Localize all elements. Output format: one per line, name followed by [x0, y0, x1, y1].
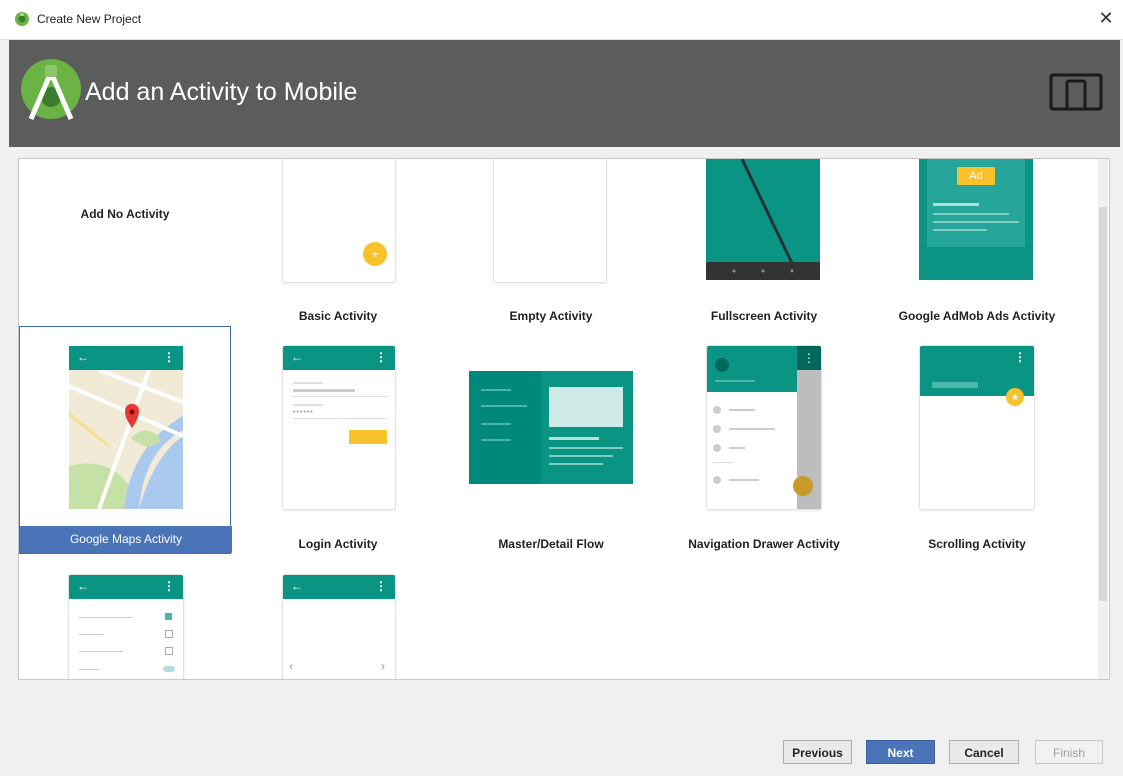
basic-activity-thumbnail: + — [282, 159, 396, 283]
tile-settings-activity[interactable]: ← ⋮ — [19, 555, 231, 679]
tile-label: Empty Activity — [509, 309, 593, 323]
page-title: Add an Activity to Mobile — [85, 78, 358, 106]
window-titlebar: Create New Project ✕ — [0, 0, 1123, 40]
back-arrow-icon: ← — [77, 350, 89, 364]
overflow-menu-icon: ⋮ — [163, 579, 175, 593]
next-button[interactable]: Next — [866, 740, 935, 764]
app-bar: ← ⋮ — [69, 346, 183, 370]
back-arrow-icon: ← — [291, 579, 303, 593]
tile-label: Scrolling Activity — [928, 537, 1026, 551]
scrolling-activity-thumbnail: ⋮ ★ — [919, 345, 1035, 510]
tile-label: Google AdMob Ads Activity — [898, 309, 1056, 323]
back-arrow-icon: ← — [291, 350, 303, 364]
fullscreen-activity-thumbnail — [706, 159, 820, 280]
tile-label: Add No Activity — [80, 207, 170, 221]
finish-button[interactable]: Finish — [1035, 740, 1103, 764]
tile-label: Basic Activity — [298, 309, 378, 323]
tile-login-activity[interactable]: ← ⋮ •••••• Login Activity — [232, 326, 444, 552]
empty-activity-thumbnail — [493, 159, 607, 283]
tile-label: Google Maps Activity — [20, 526, 232, 553]
app-bar: ← ⋮ — [69, 575, 183, 599]
app-bar: ← ⋮ — [283, 346, 395, 370]
admob-activity-thumbnail: Ad — [919, 159, 1033, 280]
window-title: Create New Project — [37, 12, 142, 26]
tile-master-detail-flow[interactable]: Master/Detail Flow — [445, 326, 657, 552]
tile-tabbed-activity[interactable]: ← ⋮ ‹ › — [232, 555, 444, 679]
nav-drawer-thumbnail: ⋮ — [706, 345, 822, 510]
scrollbar-thumb[interactable] — [1099, 207, 1107, 601]
tile-label: Navigation Drawer Activity — [688, 537, 840, 551]
chevron-left-icon: ‹ — [289, 659, 293, 673]
close-icon[interactable]: ✕ — [1094, 6, 1118, 30]
ad-badge: Ad — [957, 167, 995, 185]
tile-scrolling-activity[interactable]: ⋮ ★ Scrolling Activity — [871, 326, 1083, 552]
overflow-menu-icon: ⋮ — [163, 350, 175, 364]
app-bar: ← ⋮ — [283, 575, 395, 599]
settings-activity-thumbnail: ← ⋮ — [68, 574, 184, 679]
master-detail-thumbnail — [469, 371, 633, 484]
previous-button[interactable]: Previous — [783, 740, 852, 764]
chevron-right-icon: › — [381, 659, 385, 673]
overflow-menu-icon: ⋮ — [1014, 350, 1026, 364]
tile-label: Login Activity — [298, 537, 378, 551]
wizard-header: Add an Activity to Mobile — [9, 40, 1120, 147]
cancel-button[interactable]: Cancel — [949, 740, 1019, 764]
overflow-menu-icon: ⋮ — [375, 579, 387, 593]
login-activity-thumbnail: ← ⋮ •••••• — [282, 345, 396, 510]
tile-label: Master/Detail Flow — [498, 537, 604, 551]
maps-activity-thumbnail: ← ⋮ — [69, 346, 183, 509]
fab-plus-icon: + — [363, 242, 387, 266]
android-studio-icon — [15, 12, 29, 26]
android-studio-logo-icon — [21, 59, 81, 120]
wizard-footer: Previous Next Cancel Finish — [9, 690, 1120, 776]
phone-tablet-icon — [1049, 73, 1103, 111]
overflow-menu-icon: ⋮ — [375, 350, 387, 364]
activity-gallery: Add No Activity + Basic Activity Empty A… — [18, 158, 1110, 680]
back-arrow-icon: ← — [77, 579, 89, 593]
fab-star-icon: ★ — [1006, 388, 1024, 406]
tile-label: Fullscreen Activity — [710, 309, 818, 323]
tabbed-activity-thumbnail: ← ⋮ ‹ › — [282, 574, 396, 679]
tile-navigation-drawer-activity[interactable]: ⋮ Navigation Drawer Activity — [658, 326, 870, 552]
gallery-scrollbar[interactable] — [1098, 159, 1108, 679]
tile-google-maps-activity[interactable]: ← ⋮ Google Maps Activity — [19, 326, 232, 554]
